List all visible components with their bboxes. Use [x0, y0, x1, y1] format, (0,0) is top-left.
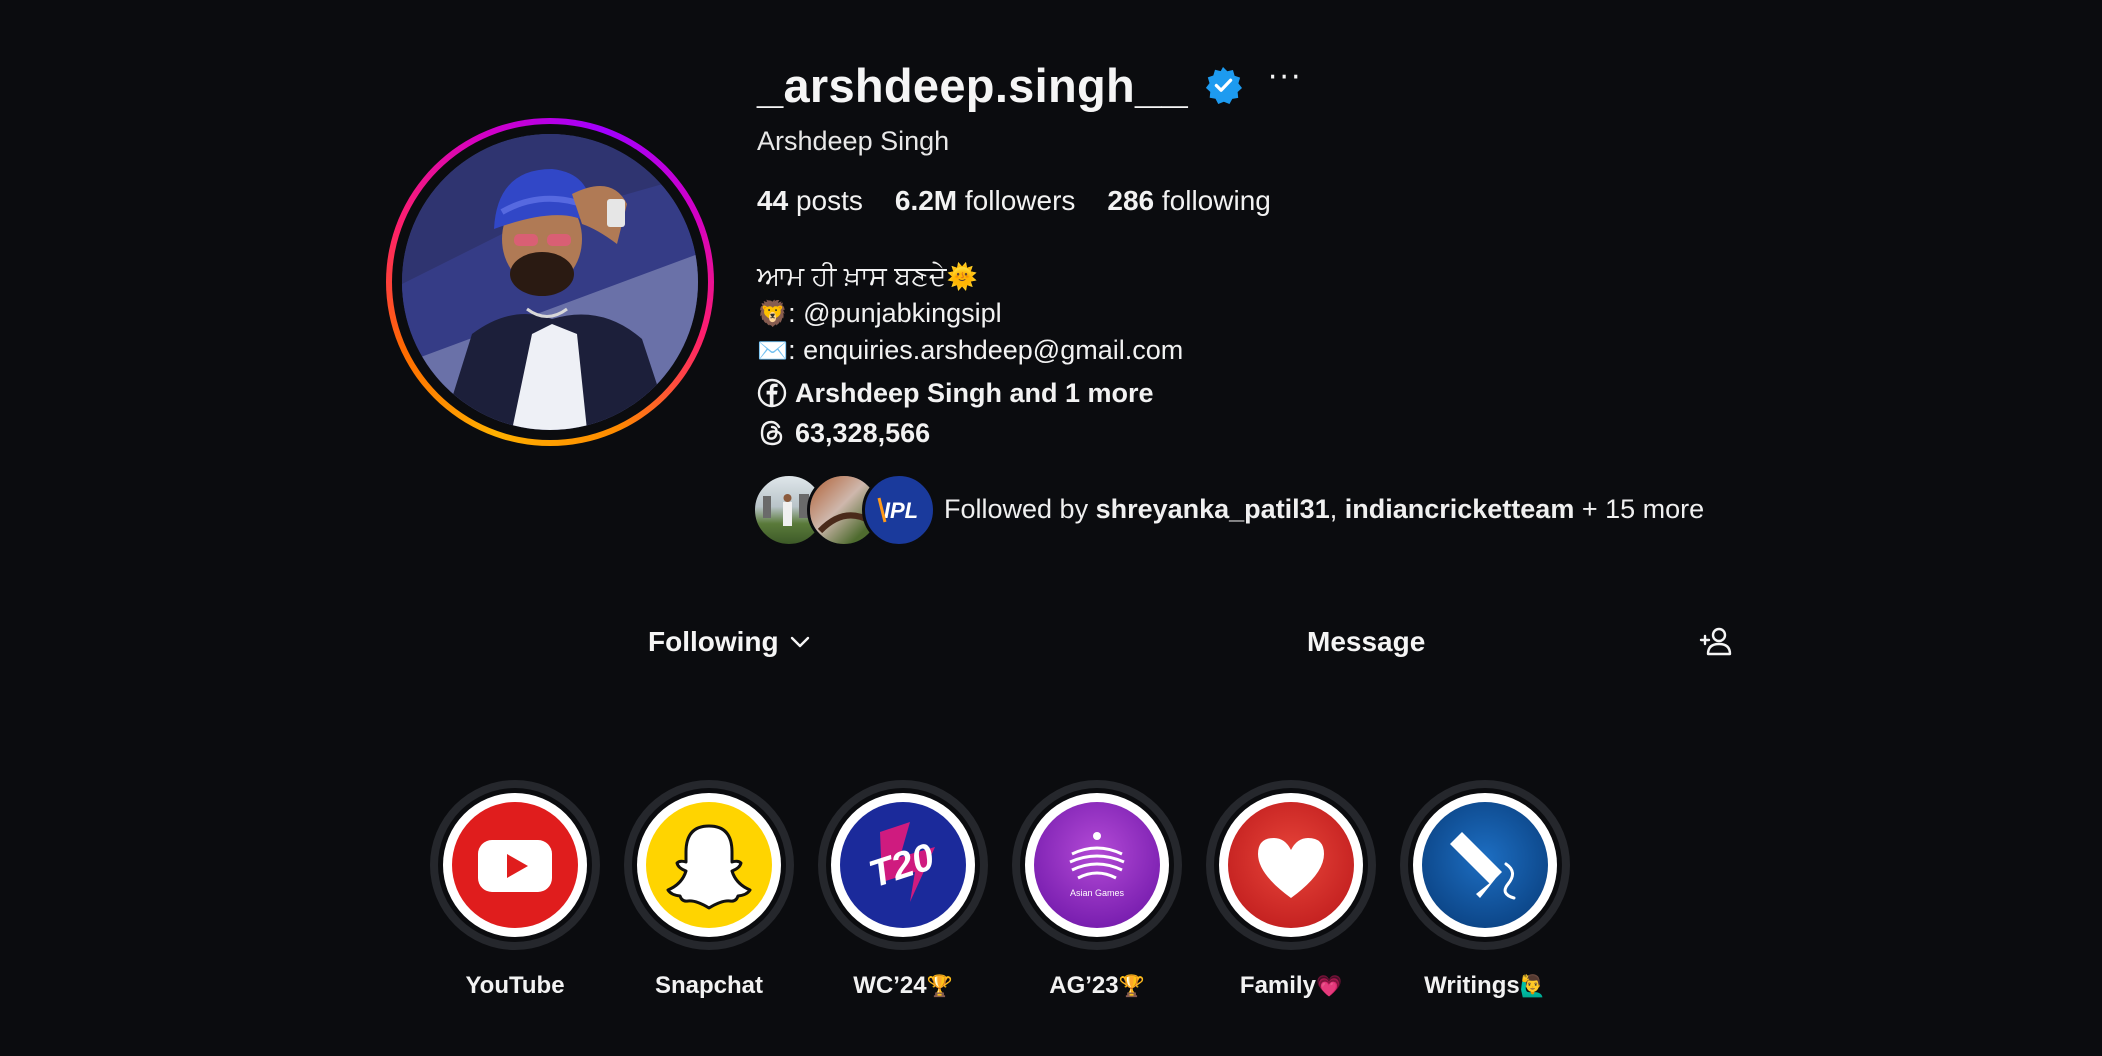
threads-icon: [760, 420, 783, 446]
full-name: Arshdeep Singh: [757, 126, 950, 156]
youtube-icon: [452, 802, 578, 928]
envelope-emoji-icon: ✉️: [757, 337, 789, 365]
profile-page: _arshdeep.singh__ ··· Arshdeep Singh 44 …: [0, 0, 2102, 1056]
following-button[interactable]: Following: [648, 620, 811, 664]
facebook-icon: [757, 378, 787, 408]
bio-line-team: 🦁: @punjabkingsipl: [757, 295, 1183, 332]
t20-world-cup-logo-icon: T20: [840, 802, 966, 928]
snapchat-ghost-icon: [646, 802, 772, 928]
profile-stats: 44 posts 6.2M followers 286 following: [757, 185, 1271, 217]
username: _arshdeep.singh__: [757, 58, 1188, 112]
svg-text:Asian Games: Asian Games: [1070, 888, 1125, 898]
avatar-portrait: [402, 134, 698, 430]
svg-text:T20: T20: [864, 836, 939, 896]
facebook-link[interactable]: Arshdeep Singh and 1 more: [757, 373, 1183, 413]
heart-icon: [1228, 802, 1354, 928]
followed-by-row[interactable]: IPL Followed by shreyanka_patil31, india…: [752, 473, 1705, 547]
fountain-pen-icon: [1422, 802, 1548, 928]
highlight-family[interactable]: Family💗: [1206, 780, 1376, 1000]
team-mention-link[interactable]: : @punjabkingsipl: [788, 298, 1002, 328]
threads-link[interactable]: 63,328,566: [757, 413, 1183, 453]
add-user-button[interactable]: [1699, 624, 1735, 660]
profile-avatar: [402, 134, 698, 430]
posts-stat: 44 posts: [757, 185, 863, 216]
highlight-snapchat[interactable]: Snapchat: [624, 780, 794, 1000]
highlight-wc24[interactable]: T20 WC’24🏆: [818, 780, 988, 1000]
profile-bio: ਆਮ ਹੀ ਖ਼ਾਸ ਬਣਦੇ🌞 🦁: @punjabkingsipl ✉️: …: [757, 258, 1183, 453]
bio-line-email: ✉️: enquiries.arshdeep@gmail.com: [757, 335, 1184, 365]
followed-by-text: Followed by shreyanka_patil31, indiancri…: [944, 493, 1705, 524]
mutual-avatar-ipl: IPL: [862, 473, 936, 547]
more-options-button[interactable]: ···: [1268, 63, 1303, 107]
mutual-user-2[interactable]: indiancricketteam: [1345, 494, 1575, 524]
followers-stat[interactable]: 6.2M followers: [895, 185, 1076, 217]
message-button[interactable]: Message: [1307, 620, 1425, 664]
lion-emoji-icon: 🦁: [757, 300, 789, 328]
asian-games-logo-icon: Asian Games: [1034, 802, 1160, 928]
svg-text:IPL: IPL: [884, 498, 918, 523]
story-highlights: YouTube Snapchat T20 WC’24🏆 Asian Games …: [430, 780, 1570, 1000]
username-row: _arshdeep.singh__ ···: [757, 55, 1303, 115]
highlight-youtube[interactable]: YouTube: [430, 780, 600, 1000]
verified-badge-icon: [1204, 66, 1242, 104]
chevron-down-icon: [790, 636, 809, 648]
mutual-avatars: IPL: [752, 473, 938, 547]
bio-line-tagline: ਆਮ ਹੀ ਖ਼ਾਸ ਬਣਦੇ🌞: [757, 261, 978, 291]
highlight-writings[interactable]: Writings🙋‍♂️: [1400, 780, 1570, 1000]
mutual-user-1[interactable]: shreyanka_patil31: [1096, 494, 1330, 524]
following-stat[interactable]: 286 following: [1107, 185, 1270, 217]
profile-avatar-story-ring[interactable]: [386, 118, 714, 446]
highlight-ag23[interactable]: Asian Games AG’23🏆: [1012, 780, 1182, 1000]
add-person-icon: [1699, 627, 1732, 656]
